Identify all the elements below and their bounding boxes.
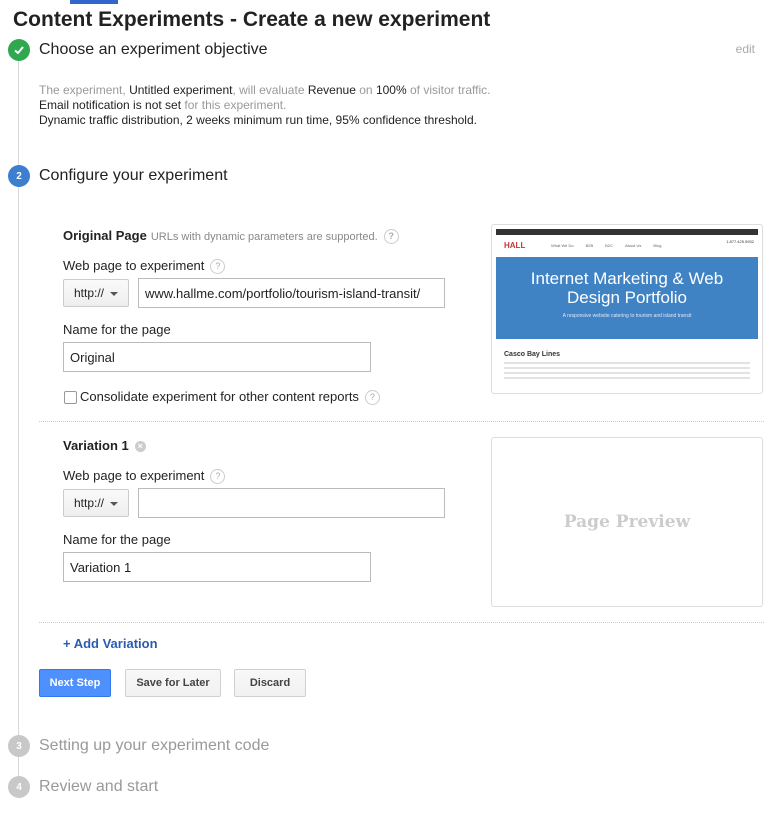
original-page-heading: Original Page URLs with dynamic parameter… — [63, 228, 399, 245]
step-4-title: Review and start — [39, 778, 159, 795]
remove-variation-icon[interactable]: × — [134, 441, 146, 453]
step-3-number: 3 — [8, 735, 30, 757]
step-2-number: 2 — [8, 165, 30, 187]
page-title: Content Experiments - Create a new exper… — [13, 8, 491, 31]
original-protocol-select[interactable]: http:// — [63, 279, 129, 307]
add-variation-link[interactable]: + Add Variation — [63, 636, 158, 651]
edit-link[interactable]: edit — [736, 42, 755, 56]
section-divider — [39, 421, 764, 422]
variation-page-preview: Page Preview — [491, 437, 763, 607]
variation-heading: Variation 1 × — [63, 438, 146, 453]
chevron-down-icon — [110, 502, 118, 506]
original-page-preview: HALL What We Do B2B B2C About Us Blog 1.877.… — [491, 224, 763, 394]
thumbnail-logo: HALL — [504, 241, 526, 250]
chevron-down-icon — [110, 292, 118, 296]
help-icon: ? — [383, 229, 399, 245]
original-name-label: Name for the page — [63, 322, 171, 337]
next-step-button[interactable]: Next Step — [39, 669, 111, 697]
step-4-number: 4 — [8, 776, 30, 798]
step-2-title: Configure your experiment — [39, 167, 228, 184]
step-1-check-icon — [8, 39, 30, 61]
section-divider — [39, 622, 764, 623]
original-url-input[interactable]: www.hallme.com/portfolio/tourism-island-… — [138, 278, 445, 308]
help-icon: ? — [210, 259, 226, 275]
experiment-summary: The experiment, Untitled experiment, wil… — [39, 83, 491, 127]
top-accent-bar — [70, 0, 118, 4]
save-for-later-button[interactable]: Save for Later — [125, 669, 221, 697]
help-icon: ? — [210, 469, 226, 485]
variation-url-input[interactable] — [138, 488, 445, 518]
discard-button[interactable]: Discard — [234, 669, 306, 697]
page-preview-placeholder: Page Preview — [563, 512, 691, 532]
variation-name-input[interactable]: Variation 1 — [63, 552, 371, 582]
step-3-title: Setting up your experiment code — [39, 737, 270, 754]
variation-name-label: Name for the page — [63, 532, 171, 547]
variation-web-page-label: Web page to experiment? — [63, 468, 226, 485]
original-web-page-label: Web page to experiment? — [63, 258, 226, 275]
step-1-title: Choose an experiment objective — [39, 41, 268, 58]
thumbnail-nav: What We Do B2B B2C About Us Blog — [551, 243, 662, 248]
variation-protocol-select[interactable]: http:// — [63, 489, 129, 517]
help-icon: ? — [364, 390, 380, 406]
original-name-input[interactable]: Original — [63, 342, 371, 372]
consolidate-checkbox[interactable] — [64, 391, 77, 404]
thumbnail-hero: Internet Marketing & Web Design Portfoli… — [496, 257, 758, 339]
consolidate-label: Consolidate experiment for other content… — [80, 389, 380, 406]
